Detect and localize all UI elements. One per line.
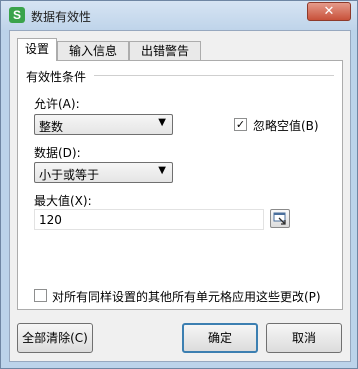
apply-all-checkbox[interactable]	[34, 289, 47, 302]
close-button[interactable]: ✕	[307, 2, 351, 21]
allow-select-value: 整数	[39, 120, 64, 134]
ok-button[interactable]: 确定	[182, 323, 258, 353]
settings-panel: 有效性条件 允许(A): 整数 ▼ ✓ 忽略空值(B) 数据(D): 小于或等于…	[17, 60, 343, 310]
chevron-down-icon: ▼	[158, 165, 166, 176]
tab-error-alert[interactable]: 出错警告	[129, 41, 201, 60]
dialog-body: 设置 输入信息 出错警告 有效性条件 允许(A): 整数 ▼ ✓ 忽略空值(B)…	[9, 30, 351, 362]
max-label: 最大值(X):	[34, 194, 92, 208]
ignore-blank-label[interactable]: 忽略空值(B)	[253, 117, 319, 134]
max-value-text: 120	[39, 213, 62, 227]
chevron-down-icon: ▼	[158, 117, 166, 128]
ignore-blank-checkbox[interactable]: ✓	[234, 118, 247, 131]
group-divider	[94, 75, 334, 76]
tab-settings[interactable]: 设置	[17, 38, 57, 61]
app-icon: S	[9, 7, 25, 23]
data-select-value: 小于或等于	[39, 168, 100, 182]
apply-all-label[interactable]: 对所有同样设置的其他所有单元格应用这些更改(P)	[52, 288, 321, 305]
clear-all-button[interactable]: 全部清除(C)	[17, 323, 93, 353]
data-label: 数据(D):	[34, 146, 81, 160]
dialog-window: S 数据有效性 ✕ 设置 输入信息 出错警告 有效性条件 允许(A): 整数 ▼…	[0, 0, 358, 369]
data-select[interactable]: 小于或等于 ▼	[34, 162, 173, 183]
allow-select[interactable]: 整数 ▼	[34, 114, 173, 135]
tab-input-message[interactable]: 输入信息	[57, 41, 129, 60]
title-bar[interactable]: S 数据有效性 ✕	[1, 1, 357, 30]
range-picker-button[interactable]	[270, 209, 290, 228]
check-icon: ✓	[235, 118, 246, 131]
max-value-input[interactable]: 120	[34, 209, 264, 230]
window-title: 数据有效性	[31, 10, 92, 24]
range-picker-icon	[273, 212, 286, 225]
cancel-button[interactable]: 取消	[266, 323, 342, 353]
allow-label: 允许(A):	[34, 97, 80, 111]
validation-criteria-label: 有效性条件	[26, 70, 87, 84]
